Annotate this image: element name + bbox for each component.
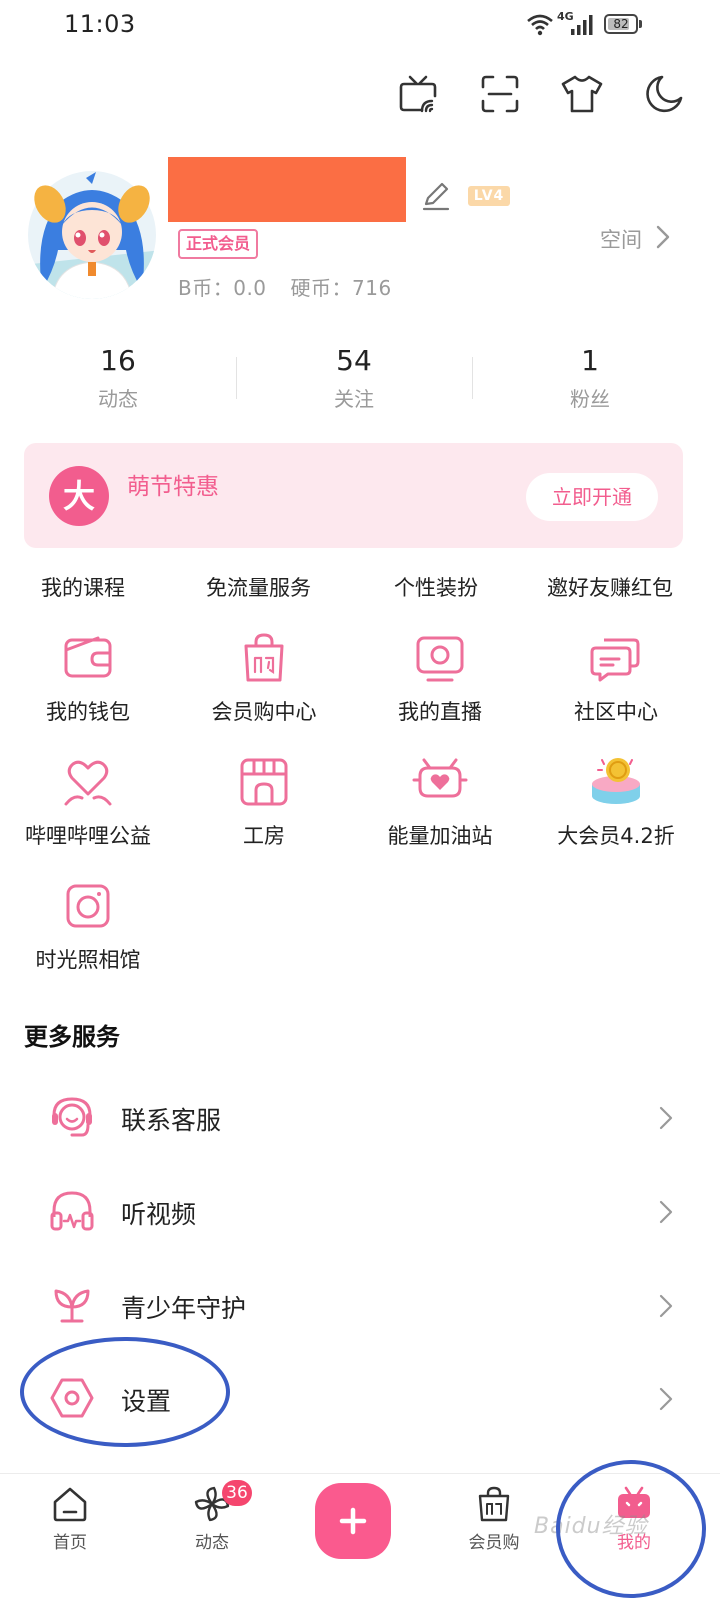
service-label: 听视频 [121,1200,197,1229]
chevron-right-icon[interactable] [654,222,672,252]
b-coin-balance: B币：0.0 [178,276,267,300]
activate-now-button[interactable]: 立即开通 [526,473,658,521]
nav-member-shop[interactable]: 会员购 [444,1484,544,1553]
energy-heart-icon [410,754,470,814]
sprout-icon [48,1281,96,1329]
grid-item-label: 会员购中心 [211,700,317,724]
member-badge: 正式会员 [178,229,259,259]
stat-value: 1 [581,344,599,377]
service-row-customer-service[interactable]: 联系客服 [0,1072,720,1162]
chevron-right-icon [658,1293,674,1319]
space-link[interactable]: 空间 [600,224,642,254]
nav-label: 会员购 [468,1533,520,1553]
stat-followers[interactable]: 1 粉丝 [472,344,708,412]
service-row-youth-protection[interactable]: 青少年守护 [0,1260,720,1350]
grid-item-label: 工房 [243,824,285,848]
more-services-title: 更多服务 [24,1023,120,1051]
home-icon [50,1484,90,1524]
stat-following[interactable]: 54 关注 [236,344,472,412]
notification-badge: 36 [222,1480,252,1506]
wallet-icon [58,630,118,690]
heart-hands-icon [58,754,118,814]
service-row-listen-video[interactable]: 听视频 [0,1166,720,1256]
store-icon [234,754,294,814]
cake-icon [586,754,646,814]
stat-label: 关注 [334,387,374,411]
chat-icon [586,630,646,690]
level-badge: LV4 [468,186,510,206]
edit-pencil-icon[interactable] [420,180,452,212]
hard-coin-balance: 硬币：716 [290,276,392,300]
moon-icon[interactable] [644,74,684,114]
grid-item-label: 我的钱包 [46,700,130,724]
nav-label: 动态 [195,1533,229,1553]
grid-item-wallet[interactable]: 我的钱包 [0,630,176,726]
stat-value: 54 [336,344,372,377]
grid-item-vip-discount[interactable]: 大会员4.2折 [528,754,704,850]
status-time: 11:03 [64,10,136,38]
quick-link-free-data[interactable]: 免流量服务 [206,572,311,602]
shopping-bag-icon [474,1484,514,1524]
wifi-icon [526,12,554,36]
headset-icon [48,1093,96,1141]
chevron-right-icon [658,1199,674,1225]
nav-home[interactable]: 首页 [20,1484,120,1553]
quick-link-dress-up[interactable]: 个性装扮 [394,572,478,602]
shirt-icon[interactable] [560,74,604,114]
grid-item-charity[interactable]: 哔哩哔哩公益 [0,754,176,850]
shopping-bag-icon [234,630,294,690]
avatar[interactable] [22,170,162,300]
stat-value: 16 [100,344,136,377]
annotation-circle-mine-tab [556,1460,706,1598]
grid-item-my-live[interactable]: 我的直播 [352,630,528,726]
battery-icon: 82 [604,14,638,34]
chevron-right-icon [658,1105,674,1131]
grid-item-label: 大会员4.2折 [557,824,675,848]
chevron-right-icon [658,1386,674,1412]
headphones-icon [48,1187,96,1235]
vip-badge-icon: 大 [49,466,109,526]
username-redaction [168,157,406,222]
stat-label: 动态 [98,387,138,411]
stat-dynamics[interactable]: 16 动态 [0,344,236,412]
grid-item-label: 时光照相馆 [35,948,141,972]
vip-promo-title: 萌节特惠 [127,474,219,500]
stat-label: 粉丝 [570,387,610,411]
tv-cast-icon[interactable] [398,74,440,114]
grid-item-label: 哔哩哔哩公益 [25,824,151,848]
camera-icon [58,878,118,938]
annotation-circle-settings [20,1337,230,1447]
grid-item-photo-studio[interactable]: 时光照相馆 [0,878,176,974]
live-tv-icon [410,630,470,690]
battery-percentage: 82 [613,17,629,31]
scan-icon[interactable] [480,74,520,114]
service-label: 联系客服 [121,1106,222,1135]
nav-label: 首页 [53,1533,87,1553]
grid-item-community[interactable]: 社区中心 [528,630,704,726]
coin-balances: B币：0.0 硬币：716 [178,272,392,301]
grid-item-workshop[interactable]: 工房 [176,754,352,850]
publish-button[interactable] [315,1483,391,1559]
quick-link-invite-friends[interactable]: 邀好友赚红包 [547,572,673,602]
plus-icon [339,1507,367,1535]
grid-item-energy-station[interactable]: 能量加油站 [352,754,528,850]
grid-item-member-shop[interactable]: 会员购中心 [176,630,352,726]
grid-item-label: 能量加油站 [387,824,493,848]
signal-icon [570,14,594,36]
quick-link-courses[interactable]: 我的课程 [41,572,125,602]
grid-item-label: 社区中心 [574,700,658,724]
battery-tip [639,20,642,28]
service-label: 青少年守护 [121,1294,247,1323]
grid-item-label: 我的直播 [398,700,482,724]
